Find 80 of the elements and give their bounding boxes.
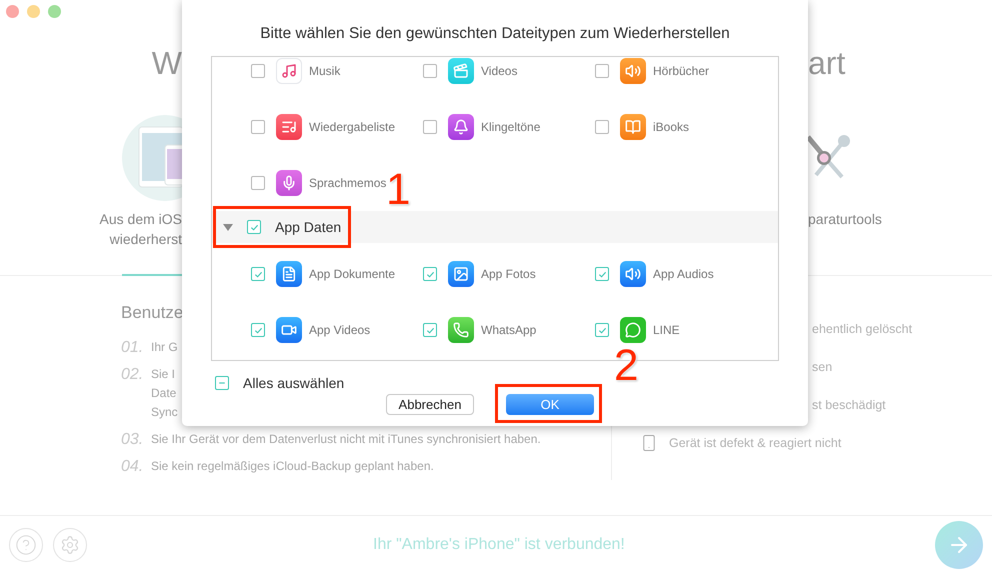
clapperboard-glyph-icon [453, 63, 469, 80]
audiobook-glyph-icon [625, 63, 641, 80]
cause-text: st beschädigt [812, 396, 886, 414]
checkbox[interactable] [423, 120, 437, 134]
question-mark-icon[interactable] [15, 534, 37, 556]
checkbox[interactable] [423, 267, 437, 282]
file-type-label: Hörbücher [653, 63, 710, 80]
microphone-glyph-icon [281, 175, 297, 192]
checkbox[interactable] [251, 267, 265, 282]
group-label: App Daten [275, 218, 342, 237]
phone-bubble-glyph-icon [453, 322, 469, 338]
checkmark-icon[interactable] [254, 326, 262, 335]
step-number: 2 [614, 344, 638, 388]
dialog-title: Bitte wählen Sie den gewünschten Dateitypen zum Wiederherstellen [259, 24, 731, 44]
guide-text: Sie Ihr Gerät vor dem Datenverlust nicht mit iTunes synchronisiert haben. [151, 430, 541, 448]
checkbox[interactable] [595, 120, 609, 134]
speech-bubble-glyph-icon [625, 322, 641, 338]
checkbox[interactable] [247, 220, 261, 234]
file-type-label: Wiedergabeliste [309, 119, 396, 136]
next-button[interactable] [935, 521, 983, 569]
checkbox[interactable] [215, 376, 229, 390]
file-type-label: WhatsApp [481, 322, 536, 340]
guide-text: Ihr G [151, 338, 178, 356]
checkbox[interactable] [595, 267, 609, 282]
file-type-label: LINE [653, 322, 680, 340]
file-type-label: iBooks [653, 119, 690, 136]
file-type-label: App Audios [653, 266, 714, 284]
guide-title: Benutze [121, 302, 184, 324]
guide-text: Date [151, 384, 178, 402]
mode-label: Aus dem iOS [100, 210, 182, 229]
checkmark-icon[interactable] [426, 270, 434, 279]
settings-button[interactable] [53, 528, 87, 562]
cause-text: sen [812, 358, 832, 376]
playlist-glyph-icon [281, 119, 297, 136]
checkbox[interactable] [251, 323, 265, 338]
checkmark-icon[interactable] [254, 270, 262, 279]
checkbox[interactable] [595, 323, 609, 338]
cause-text: ehentlich gelöscht [812, 320, 912, 338]
group-header[interactable]: App Daten [212, 211, 778, 244]
help-button[interactable] [9, 528, 43, 562]
checkmark-icon[interactable] [250, 222, 258, 232]
file-type-label: App Fotos [481, 266, 536, 284]
checkbox[interactable] [251, 64, 265, 78]
minimize-window-button[interactable] [27, 5, 40, 18]
gear-icon[interactable] [60, 535, 80, 555]
file-type-label: Videos [481, 63, 518, 80]
bell-glyph-icon [453, 119, 469, 136]
file-type-label: App Dokumente [309, 266, 396, 284]
cause-text: Gerät ist defekt & reagiert nicht [669, 434, 842, 452]
file-type-label: Sprachmemos [309, 175, 386, 192]
checkmark-icon[interactable] [598, 270, 606, 279]
guide-text: Sie I [151, 366, 176, 382]
checkmark-icon[interactable] [426, 326, 434, 335]
file-type-label: App Videos [309, 322, 370, 340]
checkbox[interactable] [423, 323, 437, 338]
zoom-window-button[interactable] [48, 5, 61, 18]
step-number: 1 [386, 168, 410, 212]
page-heading: W [152, 44, 182, 83]
checkbox[interactable] [595, 64, 609, 78]
checkbox[interactable] [423, 64, 437, 78]
page-heading: art [808, 44, 846, 83]
speaker-glyph-icon [625, 266, 641, 282]
book-glyph-icon [625, 119, 641, 136]
select-all-label: Alles auswählen [243, 374, 344, 393]
file-type-label: Klingeltöne [481, 119, 540, 136]
checkmark-icon[interactable] [598, 326, 606, 335]
music-note-glyph-icon [281, 63, 297, 80]
guide-text: Sie kein regelmäßiges iCloud-Backup geplant haben. [151, 458, 434, 474]
photo-glyph-icon [453, 266, 469, 282]
document-glyph-icon [281, 266, 297, 282]
checkbox[interactable] [251, 176, 265, 190]
mode-label: paraturtools [808, 210, 882, 229]
close-window-button[interactable] [6, 5, 19, 18]
mode-label: wiederherst [110, 230, 182, 249]
cancel-button[interactable]: Abbrechen [386, 394, 474, 416]
guide-text: Sync [151, 404, 178, 420]
connection-status: Ihr "Ambre's iPhone" ist verbunden! [373, 535, 625, 555]
triangle-icon[interactable] [223, 222, 233, 232]
file-type-label: Musik [309, 63, 340, 80]
checkbox[interactable] [251, 120, 265, 134]
